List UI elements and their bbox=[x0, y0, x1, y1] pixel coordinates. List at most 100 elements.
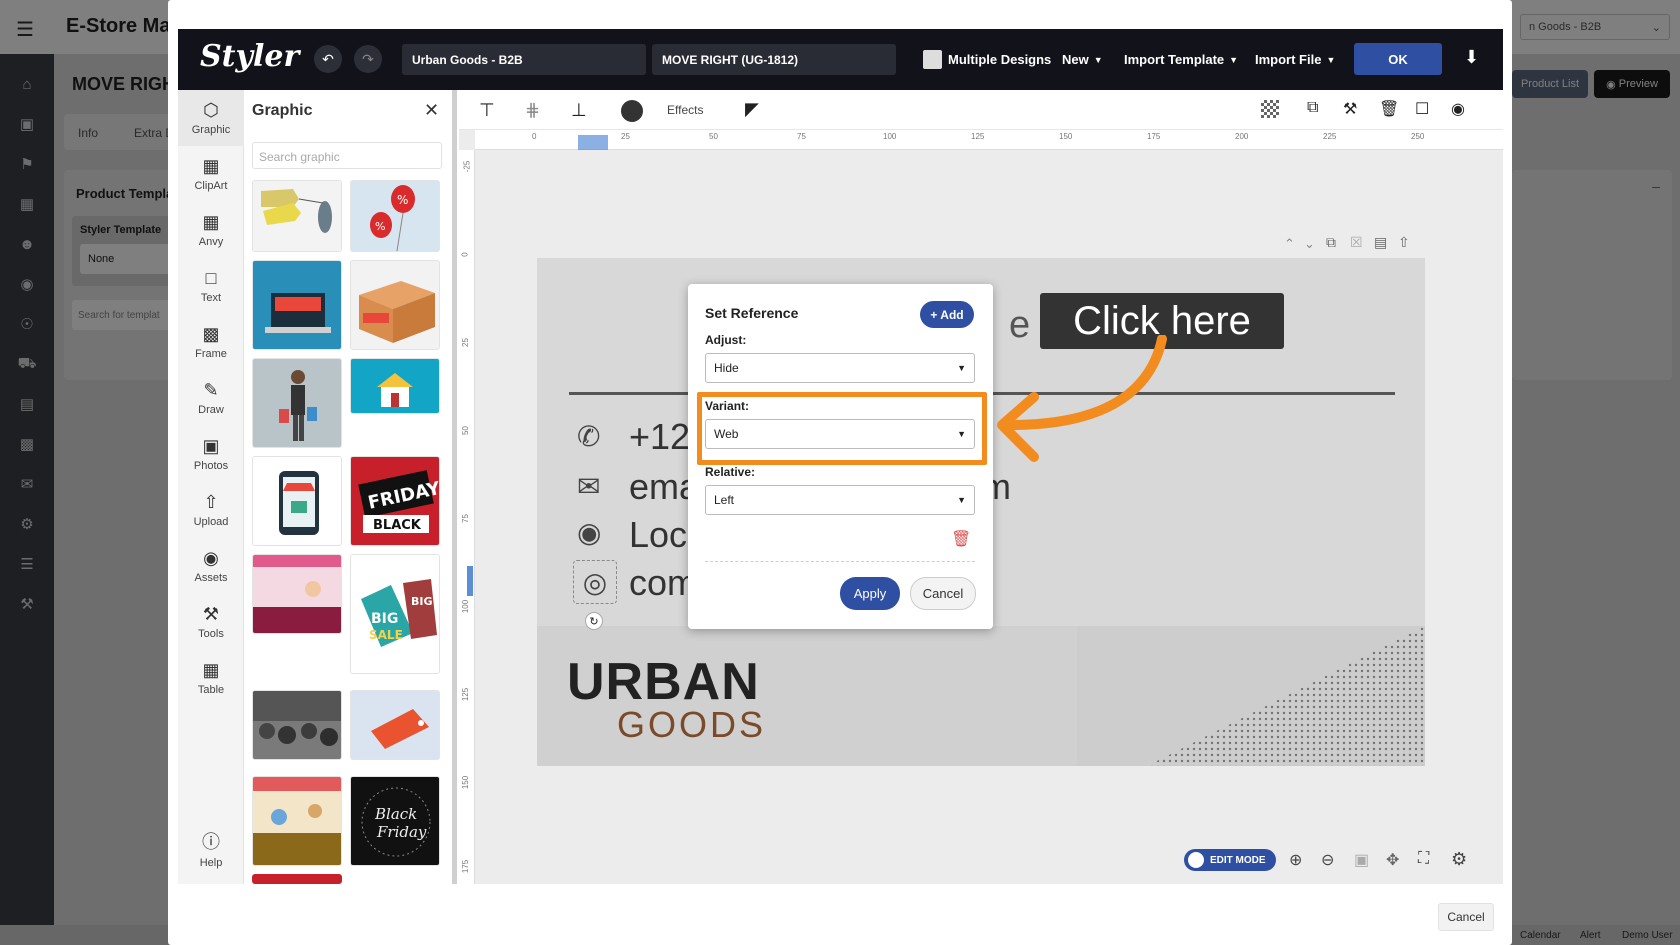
dialog-title: Set Reference bbox=[705, 305, 799, 321]
effects-button[interactable]: Effects bbox=[667, 103, 703, 117]
tool-tools[interactable]: ⚒ Tools bbox=[178, 594, 244, 650]
canvas-copy-icon[interactable]: ⧉ bbox=[1326, 234, 1336, 251]
canvas-up-icon[interactable]: ⌃ bbox=[1284, 236, 1295, 252]
tool-frame[interactable]: ▩ Frame bbox=[178, 314, 244, 370]
duplicate-icon[interactable]: ⧉ bbox=[1307, 99, 1318, 117]
graphic-thumb-store[interactable] bbox=[350, 260, 440, 350]
svg-text:%: % bbox=[375, 220, 385, 233]
rotate-handle-icon[interactable]: ↻ bbox=[585, 612, 603, 630]
price-tag-graphic bbox=[371, 709, 429, 749]
center-icon[interactable]: ✥ bbox=[1386, 850, 1399, 870]
tags-graphic bbox=[261, 189, 332, 233]
graphic-thumb-tags[interactable] bbox=[252, 180, 342, 252]
card-location[interactable]: Loc bbox=[629, 514, 687, 556]
halftone-pattern bbox=[1147, 626, 1425, 766]
ruler-tick: 75 bbox=[460, 514, 470, 523]
graphic-thumb-balloons[interactable]: %% bbox=[350, 180, 440, 252]
add-reference-button[interactable]: + Add bbox=[920, 301, 974, 328]
image-icon: ▦ bbox=[202, 156, 220, 176]
fit-screen-icon[interactable]: ▣ bbox=[1354, 850, 1369, 870]
undo-icon[interactable]: ↶ bbox=[314, 45, 342, 73]
tool-clipart[interactable]: ▦ ClipArt bbox=[178, 146, 244, 202]
new-dropdown[interactable]: New ▼ bbox=[1062, 52, 1103, 67]
delete-reference-icon[interactable]: 🗑 bbox=[951, 529, 971, 549]
toy-shop-graphic bbox=[253, 777, 341, 865]
redo-icon[interactable]: ↷ bbox=[354, 45, 382, 73]
graphic-thumb-toy-shop[interactable] bbox=[252, 776, 342, 866]
zoom-out-icon[interactable]: ⊖ bbox=[1321, 850, 1334, 870]
dialog-cancel-button[interactable]: Cancel bbox=[910, 577, 976, 610]
tool-strip: ⬡ Graphic ▦ ClipArt ▦ Anvy □ Text ▩ Frame ✎ Dr… bbox=[178, 90, 244, 884]
apply-button[interactable]: Apply bbox=[840, 577, 900, 610]
zoom-in-icon[interactable]: ⊕ bbox=[1289, 850, 1302, 870]
canvas-trash-icon[interactable]: ☒ bbox=[1350, 234, 1363, 251]
adjust-select[interactable]: Hide ▼ bbox=[705, 353, 975, 383]
relative-select[interactable]: Left ▼ bbox=[705, 485, 975, 515]
settings-icon[interactable]: ⚙ bbox=[1451, 849, 1467, 870]
tool-photos[interactable]: ▣ Photos bbox=[178, 426, 244, 482]
modal-cancel-button[interactable]: Cancel bbox=[1438, 903, 1494, 931]
ruler-tick: 0 bbox=[532, 132, 537, 141]
graphic-thumb-phone-store[interactable] bbox=[252, 456, 342, 546]
tool-draw[interactable]: ✎ Draw bbox=[178, 370, 244, 426]
black-friday-banner-graphic: FRIDAYBLACK bbox=[358, 470, 439, 533]
tool-help[interactable]: ⓘ Help bbox=[178, 820, 244, 876]
graphic-thumb-black-friday-round[interactable]: Black Friday bbox=[350, 776, 440, 866]
graphic-thumb-tag[interactable] bbox=[350, 690, 440, 760]
tool-graphic[interactable]: ⬡ Graphic bbox=[178, 90, 244, 146]
tool-text[interactable]: □ Text bbox=[178, 258, 244, 314]
tool-assets[interactable]: ◉ Assets bbox=[178, 538, 244, 594]
graphic-thumb-house[interactable] bbox=[350, 358, 440, 414]
format-painter-icon[interactable]: ⚒ bbox=[1343, 99, 1357, 119]
caret-down-icon: ▼ bbox=[1229, 54, 1239, 65]
edit-mode-toggle[interactable]: EDIT MODE bbox=[1184, 849, 1276, 871]
card-phone[interactable]: +12 bbox=[629, 416, 690, 458]
tool-label: Upload bbox=[193, 516, 229, 528]
graphic-thumb-crowd[interactable] bbox=[252, 690, 342, 760]
edit-mode-label: EDIT MODE bbox=[1210, 854, 1266, 866]
graphic-thumb-partial[interactable] bbox=[252, 874, 342, 884]
graphic-search-input[interactable]: Search graphic bbox=[252, 142, 442, 169]
ruler-selection bbox=[578, 135, 608, 150]
align-middle-icon[interactable]: ⊥ bbox=[571, 100, 587, 121]
variant-highlight-box bbox=[697, 392, 987, 465]
store-field[interactable]: Urban Goods - B2B bbox=[402, 44, 646, 75]
trash-icon[interactable]: 🗑 bbox=[1379, 99, 1399, 119]
color-swatch[interactable] bbox=[621, 100, 643, 122]
align-top-icon[interactable]: ⊤ bbox=[479, 100, 495, 121]
globe-icon[interactable]: ◎ bbox=[573, 560, 617, 604]
lock-icon[interactable]: ☐ bbox=[1415, 99, 1429, 119]
eye-icon[interactable]: ◉ bbox=[1451, 99, 1465, 119]
tool-table[interactable]: ▦ Table bbox=[178, 650, 244, 706]
graphic-thumb-black-friday[interactable]: FRIDAY BLACK bbox=[350, 456, 440, 546]
graphic-thumb-big-sale[interactable]: BIG SALE BIG -70% bbox=[350, 554, 440, 674]
fullscreen-icon[interactable]: ⛶ bbox=[1418, 850, 1429, 868]
card-website[interactable]: com bbox=[629, 562, 697, 604]
flip-icon[interactable]: ◤ bbox=[745, 99, 759, 120]
tool-anvy[interactable]: ▦ Anvy bbox=[178, 202, 244, 258]
tool-label: ClipArt bbox=[194, 180, 228, 192]
multiple-designs-checkbox[interactable] bbox=[923, 50, 942, 69]
canvas-upload-icon[interactable]: ⇧ bbox=[1398, 234, 1410, 251]
product-field[interactable]: MOVE RIGHT (UG-1812) bbox=[652, 44, 896, 75]
new-label: New bbox=[1062, 52, 1089, 67]
toggle-knob bbox=[1188, 852, 1204, 868]
graphic-thumb-shopper[interactable] bbox=[252, 358, 342, 448]
canvas-page-icon[interactable]: ▤ bbox=[1374, 234, 1387, 251]
tool-upload[interactable]: ⇧ Upload bbox=[178, 482, 244, 538]
graphic-thumb-laptop[interactable] bbox=[252, 260, 342, 350]
import-template-dropdown[interactable]: Import Template ▼ bbox=[1124, 52, 1238, 67]
download-icon[interactable]: ⬇ bbox=[1464, 47, 1479, 68]
close-icon[interactable]: ✕ bbox=[424, 100, 439, 121]
transparency-icon[interactable] bbox=[1261, 100, 1279, 118]
align-center-icon[interactable]: ⋕ bbox=[525, 100, 540, 121]
ruler-horizontal: 0 25 50 75 100 125 150 175 200 225 250 bbox=[475, 130, 1503, 150]
ruler-tick: 200 bbox=[1235, 132, 1249, 141]
relative-value: Left bbox=[714, 493, 735, 507]
camera-icon: ◉ bbox=[203, 548, 219, 568]
thumb-black-friday-a: Black bbox=[374, 805, 417, 823]
ok-button[interactable]: OK bbox=[1354, 43, 1442, 75]
import-file-dropdown[interactable]: Import File ▼ bbox=[1255, 52, 1335, 67]
canvas-down-icon[interactable]: ⌄ bbox=[1304, 236, 1315, 252]
graphic-thumb-pink-shop[interactable] bbox=[252, 554, 342, 634]
